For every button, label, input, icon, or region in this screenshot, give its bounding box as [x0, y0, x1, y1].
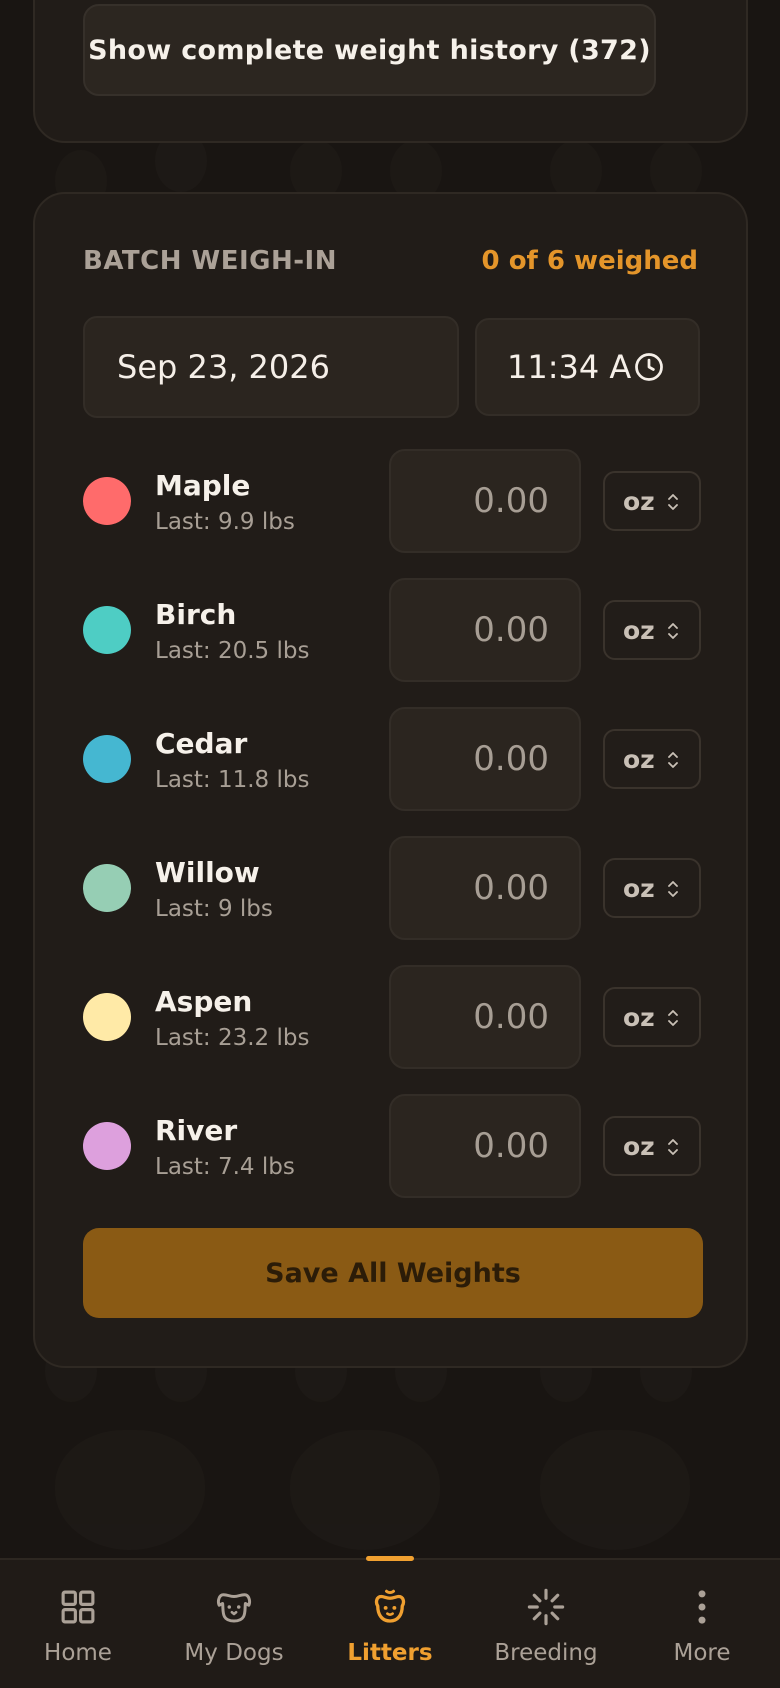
- puppy-color-dot: [83, 993, 131, 1041]
- puppy-name: Maple: [155, 469, 251, 502]
- clock-icon: [635, 353, 663, 381]
- weight-input[interactable]: [389, 1094, 581, 1198]
- chevron-up-down-icon: [668, 1010, 678, 1026]
- unit-select[interactable]: oz: [603, 987, 701, 1047]
- nav-label: Litters: [347, 1640, 433, 1666]
- chevron-up-down-icon: [668, 494, 678, 510]
- unit-select[interactable]: oz: [603, 1116, 701, 1176]
- weight-input[interactable]: [389, 707, 581, 811]
- batch-header: BATCH WEIGH-IN 0 of 6 weighed: [83, 246, 698, 276]
- puppy-row-river: River Last: 7.4 lbs oz: [83, 1094, 703, 1198]
- weight-input[interactable]: [389, 578, 581, 682]
- app-screen: Show complete weight history (372) BATCH…: [0, 0, 780, 1688]
- unit-value: oz: [623, 1131, 655, 1161]
- puppy-row-maple: Maple Last: 9.9 lbs oz: [83, 449, 703, 553]
- puppy-name: Willow: [155, 856, 260, 889]
- weight-input[interactable]: [389, 449, 581, 553]
- nav-label: More: [673, 1640, 731, 1666]
- show-weight-history-button[interactable]: Show complete weight history (372): [83, 4, 656, 96]
- bottom-nav: Home My Dogs Litters Breeding More: [0, 1556, 780, 1688]
- chevron-up-down-icon: [668, 623, 678, 639]
- unit-value: oz: [623, 486, 655, 516]
- puppy-color-dot: [83, 735, 131, 783]
- puppy-row-aspen: Aspen Last: 23.2 lbs oz: [83, 965, 703, 1069]
- unit-select[interactable]: oz: [603, 729, 701, 789]
- puppy-last-weight: Last: 20.5 lbs: [155, 638, 310, 664]
- puppy-name: River: [155, 1114, 238, 1147]
- date-field[interactable]: Sep 23, 2026: [83, 316, 459, 418]
- unit-value: oz: [623, 873, 655, 903]
- puppy-last-weight: Last: 9.9 lbs: [155, 509, 295, 535]
- puppy-row-willow: Willow Last: 9 lbs oz: [83, 836, 703, 940]
- puppy-color-dot: [83, 864, 131, 912]
- nav-label: Home: [44, 1640, 112, 1666]
- puppy-row-cedar: Cedar Last: 11.8 lbs oz: [83, 707, 703, 811]
- nav-label: My Dogs: [184, 1640, 284, 1666]
- puppy-row-birch: Birch Last: 20.5 lbs oz: [83, 578, 703, 682]
- puppy-color-dot: [83, 1122, 131, 1170]
- time-value: 11:34 A: [507, 348, 632, 386]
- unit-value: oz: [623, 744, 655, 774]
- nav-item-my-dogs[interactable]: My Dogs: [156, 1560, 312, 1688]
- puppy-color-dot: [83, 477, 131, 525]
- grid-icon: [61, 1590, 95, 1624]
- more-vertical-icon: [698, 1590, 706, 1624]
- unit-value: oz: [623, 1002, 655, 1032]
- chevron-up-down-icon: [668, 752, 678, 768]
- puppy-name: Cedar: [155, 727, 248, 760]
- dog-icon: [216, 1593, 252, 1623]
- chevron-up-down-icon: [668, 1139, 678, 1155]
- unit-select[interactable]: oz: [603, 600, 701, 660]
- date-value: Sep 23, 2026: [117, 348, 330, 386]
- weight-history-card: Show complete weight history (372): [33, 0, 748, 143]
- puppy-last-weight: Last: 23.2 lbs: [155, 1025, 310, 1051]
- save-all-weights-button[interactable]: Save All Weights: [83, 1228, 703, 1318]
- unit-value: oz: [623, 615, 655, 645]
- weight-input[interactable]: [389, 965, 581, 1069]
- batch-weigh-in-card: BATCH WEIGH-IN 0 of 6 weighed Sep 23, 20…: [33, 192, 748, 1368]
- puppy-color-dot: [83, 606, 131, 654]
- unit-select[interactable]: oz: [603, 471, 701, 531]
- unit-select[interactable]: oz: [603, 858, 701, 918]
- puppy-name: Birch: [155, 598, 237, 631]
- nav-item-more[interactable]: More: [624, 1560, 780, 1688]
- nav-item-litters[interactable]: Litters: [312, 1556, 468, 1688]
- puppy-last-weight: Last: 11.8 lbs: [155, 767, 310, 793]
- puppy-icon: [374, 1589, 406, 1623]
- puppy-last-weight: Last: 9 lbs: [155, 896, 273, 922]
- time-field[interactable]: 11:34 A: [475, 318, 700, 416]
- chevron-up-down-icon: [668, 881, 678, 897]
- spark-icon: [527, 1588, 565, 1626]
- nav-label: Breeding: [494, 1640, 598, 1666]
- nav-item-home[interactable]: Home: [0, 1560, 156, 1688]
- nav-item-breeding[interactable]: Breeding: [468, 1560, 624, 1688]
- batch-title: BATCH WEIGH-IN: [83, 246, 337, 276]
- weighed-count: 0 of 6 weighed: [481, 246, 698, 276]
- puppy-last-weight: Last: 7.4 lbs: [155, 1154, 295, 1180]
- puppy-name: Aspen: [155, 985, 253, 1018]
- weight-input[interactable]: [389, 836, 581, 940]
- active-indicator: [366, 1556, 414, 1561]
